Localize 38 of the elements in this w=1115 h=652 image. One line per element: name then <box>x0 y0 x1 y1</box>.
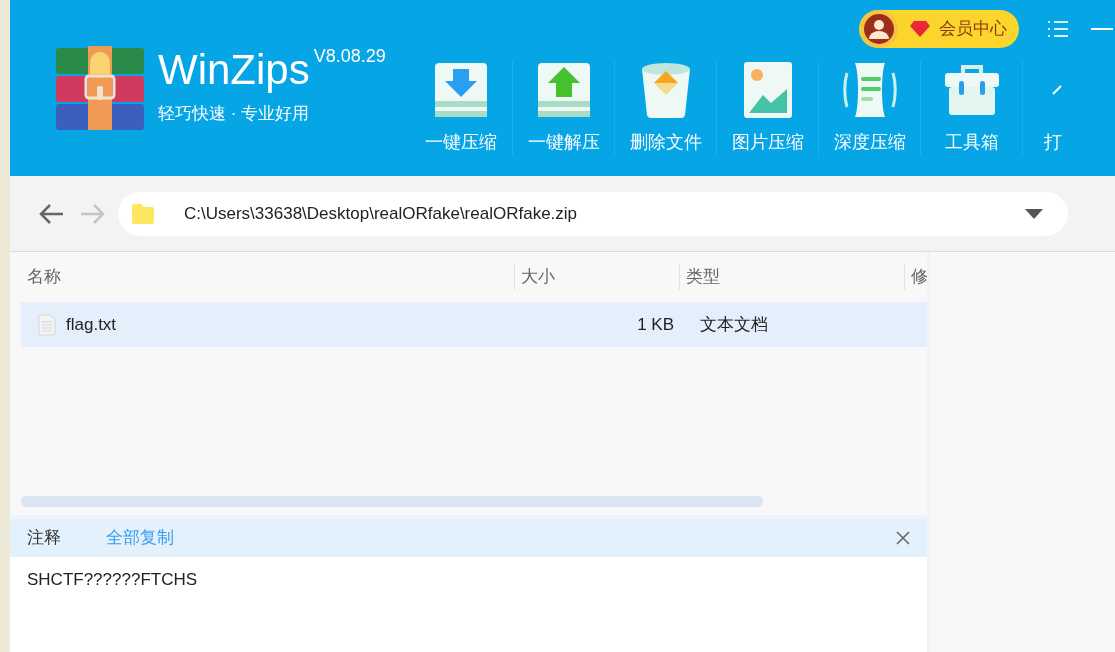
toolbar-button[interactable]: 打 <box>1022 61 1062 156</box>
copy-all-link[interactable]: 全部复制 <box>106 525 174 551</box>
minimize-icon[interactable] <box>1091 27 1115 31</box>
toolbar-button[interactable]: 删除文件 <box>614 61 716 156</box>
column-header[interactable]: 修 <box>911 264 927 290</box>
app-tagline: 轻巧快速 · 专业好用 <box>158 103 311 126</box>
file-name: flag.txt <box>66 313 117 336</box>
file-row[interactable]: flag.txt 1 KB 文本文档 <box>21 302 927 347</box>
app-name: WinZips <box>158 49 310 92</box>
horizontal-scrollbar[interactable] <box>21 496 763 507</box>
file-size: 1 KB <box>637 313 674 336</box>
folder-icon <box>130 201 156 226</box>
comment-title: 注释 <box>27 527 61 550</box>
download-tray-icon <box>433 61 489 119</box>
address-field[interactable]: C:\Users\33638\Desktop\realORfake\realORfake.zip <box>118 191 1068 236</box>
column-header[interactable]: 大小 <box>521 264 556 290</box>
member-center-button[interactable]: 会员中心 <box>859 10 1019 48</box>
column-header[interactable]: 名称 <box>27 264 61 290</box>
toolbar-button[interactable]: 深度压缩 <box>818 61 920 156</box>
toolbar-button[interactable]: 一键压缩 <box>410 61 512 156</box>
back-arrow-icon[interactable] <box>38 202 64 225</box>
document-squeeze-icon <box>840 61 899 119</box>
toolbar-button[interactable]: 工具箱 <box>920 61 1022 156</box>
image-icon <box>742 61 793 119</box>
file-type: 文本文档 <box>700 314 768 334</box>
toolbar-button[interactable]: 图片压缩 <box>716 61 818 156</box>
upload-tray-icon <box>535 61 592 119</box>
forward-arrow-icon[interactable] <box>80 202 106 225</box>
diamond-icon <box>909 20 931 38</box>
column-header[interactable]: 类型 <box>686 264 721 290</box>
toolbar-button[interactable]: 一键解压 <box>512 61 614 156</box>
text-file-icon <box>38 313 56 336</box>
menu-icon[interactable] <box>1047 20 1069 38</box>
dropdown-caret-icon[interactable] <box>1024 207 1044 220</box>
app-version: V8.08.29 <box>313 45 386 69</box>
comment-text: SHCTF??????FTCHS <box>27 570 198 589</box>
close-icon[interactable] <box>896 531 910 545</box>
avatar-icon <box>859 9 899 49</box>
